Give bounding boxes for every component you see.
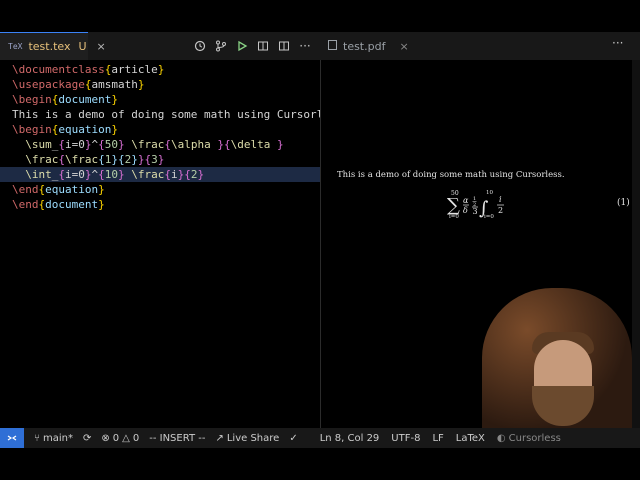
- more-actions-icon[interactable]: ···: [295, 36, 315, 56]
- language-mode[interactable]: LaTeX: [456, 433, 485, 444]
- editor-toolbar: ···: [190, 32, 316, 60]
- code-line: This is a demo of doing some math using …: [12, 108, 344, 121]
- cursorless-status[interactable]: ◐ Cursorless: [497, 433, 561, 444]
- code-line: \begin{equation}: [12, 123, 118, 136]
- open-preview-icon[interactable]: [253, 36, 273, 56]
- warning-count: 0: [132, 432, 140, 444]
- presenter-beard: [532, 386, 594, 426]
- tab-filename: test.pdf: [343, 39, 386, 53]
- live-share-icon: ↗: [215, 432, 224, 444]
- i-denominator: 2: [498, 206, 503, 215]
- problems-indicator[interactable]: ⊗ 0 △ 0: [101, 433, 139, 444]
- code-line: \end{document}: [12, 198, 105, 211]
- source-control-icon[interactable]: [211, 36, 231, 56]
- three-denominator: 3: [473, 207, 478, 216]
- vim-mode: -- INSERT --: [149, 432, 206, 444]
- tex-file-icon: TeX: [8, 42, 23, 51]
- rendered-equation: 50 ∑ i=0 α δ 1 2 3 10 ∫ i=0 i 2: [447, 190, 504, 220]
- tab-filename: test.tex: [28, 40, 71, 53]
- split-editor-icon[interactable]: [274, 36, 294, 56]
- code-line: \usepackage{amsmath}: [12, 78, 145, 91]
- more-actions-icon[interactable]: ···: [612, 36, 623, 50]
- live-share-button[interactable]: ↗ Live Share: [215, 433, 279, 444]
- equation-number: (1): [617, 198, 630, 208]
- code-line: \begin{document}: [12, 93, 118, 106]
- line-ending[interactable]: LF: [432, 433, 443, 444]
- run-icon[interactable]: [232, 36, 252, 56]
- untracked-badge: U: [78, 40, 87, 53]
- warning-icon: △: [122, 432, 130, 444]
- cursorless-icon: ◐: [496, 432, 506, 444]
- alpha-symbol: α: [463, 196, 469, 205]
- delta-symbol: δ: [463, 206, 468, 215]
- cursor-position[interactable]: Ln 8, Col 29: [320, 433, 380, 444]
- int-lower-limit: i=0: [484, 214, 494, 220]
- branch-label: main*: [43, 432, 73, 444]
- error-count: 0: [112, 432, 120, 444]
- code-editor[interactable]: \documentclass{article} \usepackage{amsm…: [0, 60, 343, 426]
- close-tab-icon[interactable]: ×: [399, 40, 408, 53]
- code-line: \frac{\frac{1}{2}}{3}: [25, 153, 165, 166]
- sync-icon[interactable]: ⟳: [83, 433, 91, 444]
- webcam-overlay: [482, 288, 632, 428]
- remote-indicator-icon[interactable]: [0, 428, 24, 448]
- encoding[interactable]: UTF-8: [391, 433, 420, 444]
- check-icon[interactable]: ✓: [289, 433, 297, 444]
- code-line: \sum_{i=0}^{50} \frac{\alpha }{\delta }: [25, 138, 284, 151]
- pdf-body-text: This is a demo of doing some math using …: [337, 170, 565, 180]
- live-share-label: Live Share: [226, 432, 280, 444]
- error-icon: ⊗: [101, 432, 110, 444]
- branch-icon: ⑂: [34, 432, 40, 444]
- pdf-file-icon: [328, 39, 337, 53]
- sum-symbol: ∑: [447, 195, 460, 216]
- i-numerator: i: [499, 195, 502, 204]
- tab-test-pdf[interactable]: test.pdf ×: [322, 32, 410, 60]
- history-icon[interactable]: [190, 36, 210, 56]
- video-letterbox: [0, 448, 640, 480]
- status-bar: ⑂ main* ⟳ ⊗ 0 △ 0 -- INSERT -- ↗ Live Sh…: [0, 428, 640, 448]
- pdf-scrollbar[interactable]: [632, 60, 640, 428]
- git-branch[interactable]: ⑂ main*: [34, 433, 73, 444]
- tab-test-tex[interactable]: TeX test.tex U ×: [0, 32, 106, 60]
- cursorless-label: Cursorless: [508, 432, 561, 444]
- code-line: \documentclass{article}: [12, 63, 165, 76]
- close-tab-icon[interactable]: ×: [97, 40, 106, 53]
- sum-lower-limit: i=0: [449, 214, 459, 220]
- int-upper-limit: 10: [486, 190, 493, 196]
- code-line: \end{equation}: [12, 183, 105, 196]
- code-line-current: \int_{i=0}^{10} \frac{i}{2}: [0, 167, 320, 182]
